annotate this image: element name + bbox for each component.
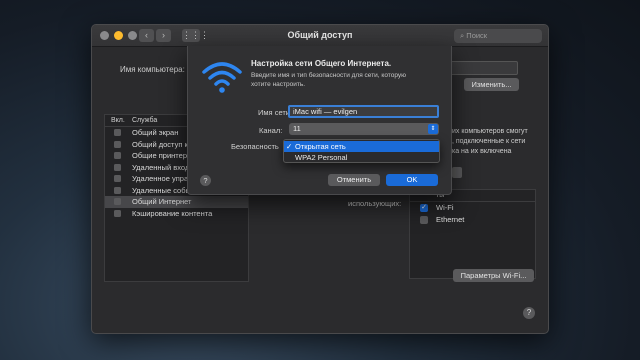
network-name-input[interactable]: iMac wifi — evilgen [288,105,439,118]
security-label: Безопасность [231,142,279,151]
description-line: их компьютеров смогут [452,128,528,135]
change-name-button[interactable]: Изменить... [464,78,519,91]
description-line: ка на их включена [452,148,512,155]
description-line: , подключенные к сети [452,138,526,145]
titlebar: ‹ › ⋮⋮⋮ Общий доступ ⌕ Поиск [92,25,548,47]
security-dropdown-menu: ✓ Открытая сеть WPA2 Personal [283,139,440,163]
service-checkbox[interactable] [114,186,121,194]
security-option-label: Открытая сеть [295,142,346,151]
header-service: Служба [132,117,158,124]
cancel-button[interactable]: Отменить [328,174,380,186]
interfaces-list: ты ✓ Wi-Fi Ethernet [409,189,536,279]
service-label: Общий доступ к [132,139,188,149]
service-checkbox[interactable] [114,163,121,171]
wifi-options-button[interactable]: Параметры Wi-Fi... [453,269,534,282]
interface-row[interactable]: ✓ Wi-Fi [410,202,535,214]
share-from-select[interactable] [452,167,462,178]
service-checkbox[interactable] [114,175,121,182]
channel-label: Канал: [259,126,283,135]
service-label: Общие принтеры [132,151,193,160]
service-label: Кэширование контента [132,208,213,218]
search-placeholder: Поиск [466,31,488,40]
channel-value: 11 [293,124,301,133]
using-label: использующих: [348,199,402,208]
service-label: Удаленное упра [132,174,189,183]
ok-button[interactable]: OK [386,174,438,186]
service-checkbox[interactable] [114,140,121,148]
computer-name-label: Имя компьютера: [120,65,185,74]
service-checkbox[interactable] [114,129,121,136]
checkmark-icon: ✓ [286,142,293,151]
wifi-icon [202,62,242,93]
service-label: Удаленные собы [132,185,191,195]
header-on: Вкл. [111,117,125,124]
sheet-title: Настройка сети Общего Интернета. [251,59,392,68]
help-button[interactable]: ? [523,307,535,319]
internet-sharing-sheet: Настройка сети Общего Интернета. Введите… [187,46,452,195]
sheet-description: Введите имя и тип безопасности для сети,… [251,72,406,88]
service-label: Удаленный вход [132,162,190,172]
sheet-help-button[interactable]: ? [200,175,211,186]
service-checkbox[interactable] [114,198,121,205]
security-option-wpa2[interactable]: WPA2 Personal [284,152,439,163]
service-checkbox[interactable] [114,152,121,159]
service-row[interactable]: Кэширование контента [105,208,248,220]
network-name-label: Имя сети: [258,108,293,117]
interface-row[interactable]: Ethernet [410,214,535,226]
select-arrows-icon: ⇕ [428,124,438,134]
service-label: Общий экран [132,128,179,137]
security-option-open[interactable]: ✓ Открытая сеть [284,141,439,152]
channel-select[interactable]: 11 ⇕ [289,123,439,135]
service-row[interactable]: Общий Интернет [105,196,248,208]
interface-label: Wi-Fi [436,203,454,212]
service-label: Общий Интернет [132,197,192,206]
security-option-label: WPA2 Personal [295,153,348,162]
search-input[interactable]: ⌕ Поиск [454,29,542,43]
sharing-description: их компьютеров смогут , подключенные к с… [452,127,528,157]
interface-label: Ethernet [436,215,465,224]
service-checkbox[interactable] [114,209,121,217]
interface-checkbox[interactable] [420,216,428,224]
interface-checkbox[interactable]: ✓ [420,204,428,212]
